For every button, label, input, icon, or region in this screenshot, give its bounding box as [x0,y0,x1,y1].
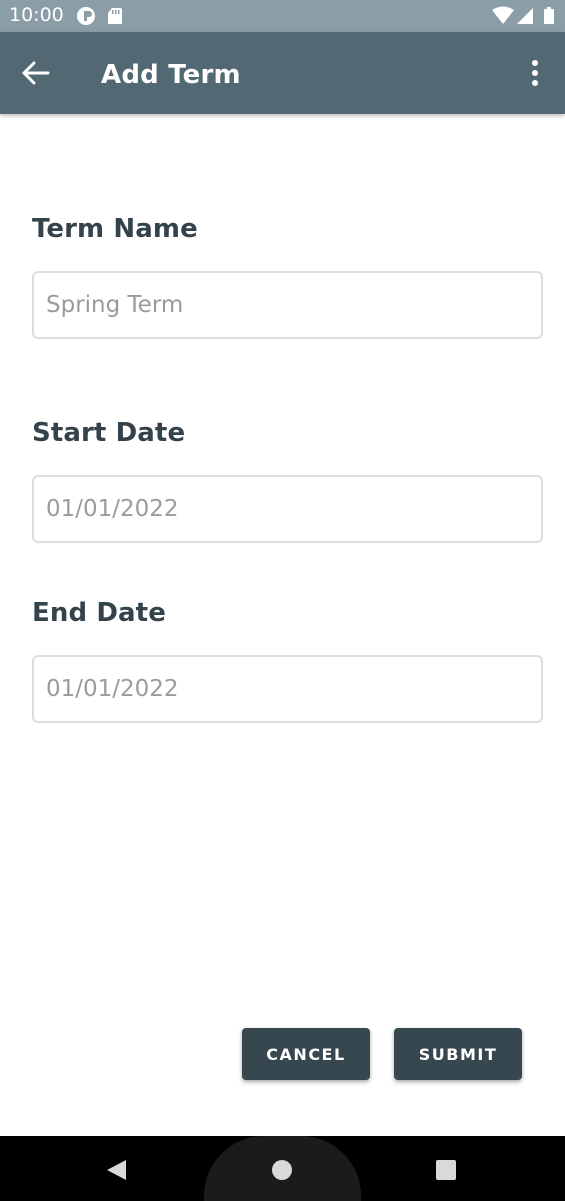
battery-icon [544,9,554,24]
status-bar: 10:00 [0,0,565,32]
back-button[interactable] [20,58,54,88]
submit-button[interactable]: SUBMIT [394,1028,522,1080]
system-icons [492,6,554,24]
term-name-label: Term Name [32,214,198,244]
status-icons-right [491,6,557,30]
square-recents-icon[interactable] [435,1159,457,1181]
status-icons-left [76,6,124,30]
term-name-input[interactable] [32,271,543,339]
end-date-label: End Date [32,598,166,628]
page-title: Add Term [101,60,241,90]
start-date-input[interactable] [32,475,543,543]
overflow-menu-button[interactable] [523,58,547,88]
start-date-label: Start Date [32,418,186,448]
wifi-icon [492,6,514,24]
more-vert-icon [532,60,538,86]
system-nav-bar [0,1136,565,1201]
app-bar: Add Term [0,32,565,114]
cancel-button[interactable]: CANCEL [242,1028,370,1080]
arrow-back-icon [22,61,50,85]
end-date-input[interactable] [32,655,543,723]
triangle-back-icon[interactable] [104,1158,128,1182]
notification-icons [77,7,122,25]
signal-icon [517,8,533,24]
status-time: 10:00 [9,4,64,26]
circle-home-icon[interactable] [271,1159,293,1181]
